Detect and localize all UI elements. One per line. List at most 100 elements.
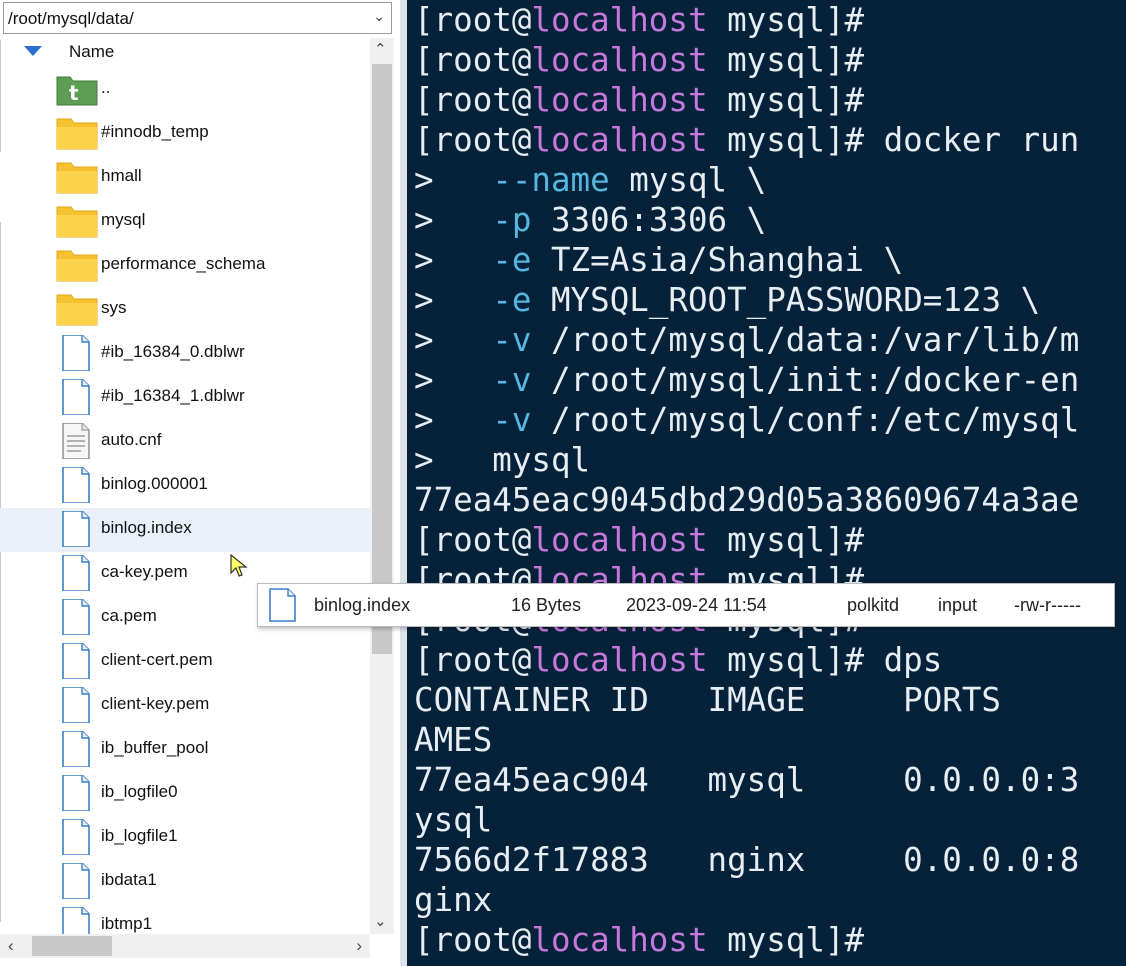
file-row[interactable]: ibdata1: [0, 860, 370, 904]
command-option: -p: [492, 201, 532, 239]
file-row[interactable]: ib_logfile1: [0, 816, 370, 860]
command-option: -e: [492, 281, 532, 319]
file-name: ca-key.pem: [101, 562, 188, 581]
terminal-line: [root@localhost mysql]#: [414, 960, 864, 966]
file-row[interactable]: #innodb_temp: [0, 112, 370, 156]
terminal-line: > -p 3306:3306 \: [414, 201, 767, 239]
vertical-scrollbar[interactable]: ⌃ ⌄: [370, 38, 394, 934]
file-name: mysql: [101, 210, 146, 229]
file-icon: [56, 378, 98, 416]
file-icon: [56, 554, 98, 592]
prompt-host: localhost: [531, 1, 708, 39]
chevron-down-icon[interactable]: ⌄: [373, 8, 385, 25]
prompt-host: localhost: [531, 641, 708, 679]
file-name: ib_buffer_pool: [101, 738, 209, 757]
file-row[interactable]: binlog.000001: [0, 464, 370, 508]
file-row[interactable]: auto.cnf: [0, 420, 370, 464]
file-row[interactable]: ib_buffer_pool: [0, 728, 370, 772]
file-info-tooltip: binlog.index 16 Bytes 2023-09-24 11:54 p…: [257, 583, 1115, 627]
scroll-right-icon[interactable]: ›: [356, 936, 362, 956]
command-option: -v: [492, 361, 532, 399]
file-row[interactable]: #ib_16384_0.dblwr: [0, 332, 370, 376]
name-column-label: Name: [69, 42, 115, 61]
terminal-line: > -e TZ=Asia/Shanghai \: [414, 241, 904, 279]
folder-icon: [56, 159, 98, 195]
scroll-left-icon[interactable]: ‹: [8, 936, 14, 956]
file-row[interactable]: t..: [0, 68, 370, 112]
file-name: ca.pem: [101, 606, 157, 625]
file-row[interactable]: performance_schema: [0, 244, 370, 288]
prompt-host: localhost: [531, 961, 707, 966]
file-name: client-cert.pem: [101, 650, 213, 669]
terminal-line: [root@localhost mysql]#: [414, 41, 865, 79]
file-row[interactable]: client-key.pem: [0, 684, 370, 728]
file-name: ..: [101, 78, 111, 97]
file-row[interactable]: #ib_16384_1.dblwr: [0, 376, 370, 420]
command-option: -v: [492, 321, 532, 359]
file-row[interactable]: mysql: [0, 200, 370, 244]
folder-icon: [56, 203, 98, 239]
prompt-host: localhost: [531, 121, 708, 159]
prompt-host: localhost: [531, 921, 708, 959]
file-icon: [56, 774, 98, 812]
file-row[interactable]: binlog.index: [0, 508, 370, 552]
file-row[interactable]: hmall: [0, 156, 370, 200]
command-option: --name: [492, 161, 610, 199]
terminal-line: [root@localhost mysql]# dps: [414, 641, 943, 679]
scrollbar-thumb[interactable]: [32, 936, 112, 956]
mouse-cursor-icon: [230, 554, 248, 577]
file-name: hmall: [101, 166, 142, 185]
file-row[interactable]: ib_logfile0: [0, 772, 370, 816]
terminal-line: > -v /root/mysql/init:/docker-en: [414, 361, 1080, 399]
scroll-up-icon[interactable]: ⌃: [374, 40, 387, 58]
file-name: binlog.000001: [101, 474, 208, 493]
terminal-line: ginx: [414, 881, 493, 919]
file-icon: [56, 334, 98, 372]
terminal-pane[interactable]: [root@localhost mysql]# [root@localhost m…: [400, 0, 1126, 966]
file-row[interactable]: client-cert.pem: [0, 640, 370, 684]
tooltip-modified: 2023-09-24 11:54: [626, 595, 767, 615]
file-name: ib_logfile0: [101, 782, 178, 801]
prompt-host: localhost: [531, 521, 708, 559]
terminal-line: > -v /root/mysql/data:/var/lib/m: [414, 321, 1080, 359]
scroll-down-icon[interactable]: ⌄: [374, 912, 387, 930]
file-icon: [56, 686, 98, 724]
terminal-line: CONTAINER ID IMAGE PORTS: [414, 681, 1001, 719]
file-icon: [269, 588, 296, 622]
terminal-line: > mysql: [414, 441, 591, 479]
scrollbar-thumb[interactable]: [372, 64, 392, 654]
file-icon: [56, 466, 98, 504]
name-column-header[interactable]: Name: [0, 38, 370, 66]
terminal-line: [root@localhost mysql]#: [414, 1, 865, 39]
svg-text:t: t: [69, 81, 79, 105]
path-combobox[interactable]: /root/mysql/data/ ⌄: [3, 2, 392, 34]
folder-icon: [56, 291, 98, 327]
horizontal-scrollbar[interactable]: ‹ ›: [0, 934, 370, 958]
terminal-line: 77ea45eac9045dbd29d05a38609674a3ae: [414, 481, 1080, 519]
file-row[interactable]: sys: [0, 288, 370, 332]
file-list: t.. #innodb_temphmall mysql performance_sch…: [0, 68, 370, 938]
path-value: /root/mysql/data/: [8, 9, 134, 28]
file-icon: [56, 598, 98, 636]
file-name: ibtmp1: [101, 914, 153, 933]
pane-splitter[interactable]: [400, 0, 407, 966]
folder-icon: [56, 247, 98, 283]
command-option: -v: [492, 401, 532, 439]
terminal-line: 77ea45eac904 mysql 0.0.0.0:3: [414, 761, 1080, 799]
prompt-host: localhost: [531, 41, 708, 79]
file-name: #innodb_temp: [101, 122, 209, 141]
file-row[interactable]: ibtmp1: [0, 904, 370, 938]
file-icon: [56, 510, 98, 548]
command-option: -e: [492, 241, 532, 279]
file-name: performance_schema: [101, 254, 266, 273]
prompt-host: localhost: [531, 81, 708, 119]
folder-icon: [56, 115, 98, 151]
tooltip-filename: binlog.index: [314, 595, 411, 615]
sort-descending-icon: [24, 46, 42, 56]
terminal-line: > --name mysql \: [414, 161, 767, 199]
file-icon: [56, 642, 98, 680]
terminal-line: [root@localhost mysql]#: [414, 921, 865, 959]
tooltip-permissions: -rw-r-----: [1014, 595, 1081, 615]
file-name: #ib_16384_1.dblwr: [101, 386, 245, 405]
text-file-icon: [56, 422, 98, 460]
